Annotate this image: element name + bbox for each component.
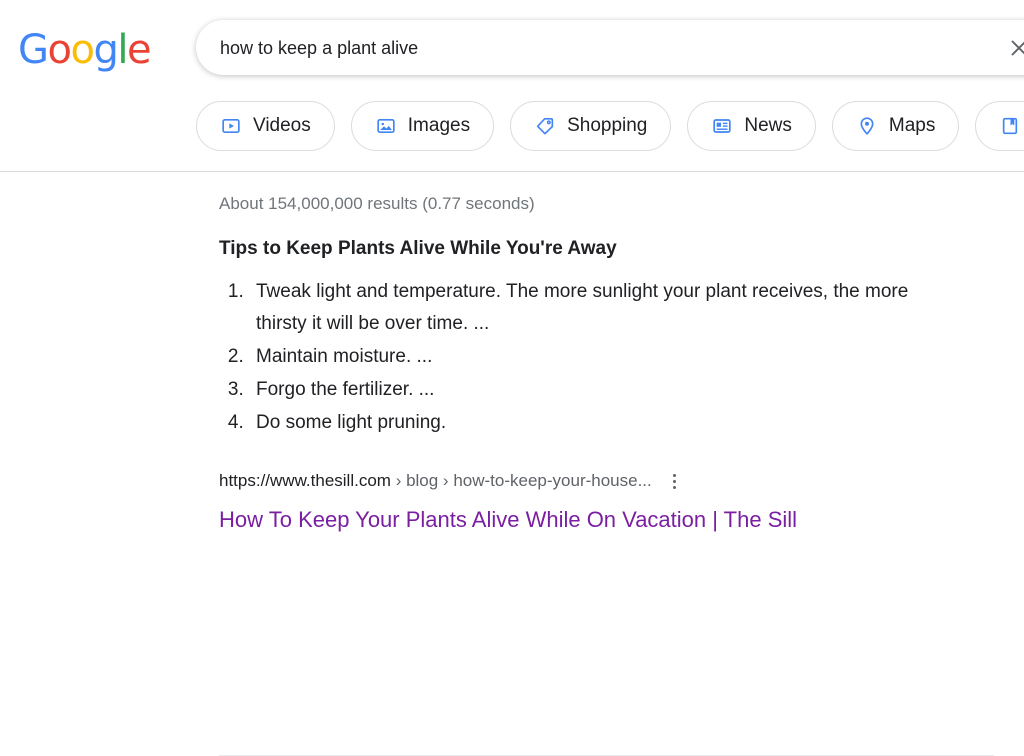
tab-news[interactable]: News bbox=[687, 101, 816, 151]
tab-videos[interactable]: Videos bbox=[196, 101, 335, 151]
three-dot-menu-icon[interactable] bbox=[665, 470, 685, 492]
search-bar[interactable] bbox=[196, 20, 1024, 75]
logo-letter-g2: g bbox=[93, 27, 118, 73]
tab-label: Maps bbox=[888, 115, 936, 136]
kebab-dot bbox=[673, 479, 677, 483]
organic-result: https://www.thesill.com › blog › how-to-… bbox=[219, 469, 1024, 534]
newspaper-icon bbox=[711, 115, 733, 137]
list-item: Tweak light and temperature. The more su… bbox=[249, 276, 964, 340]
logo-letter-e: e bbox=[126, 27, 152, 73]
search-filter-tabs: Videos Images Shopping News Maps bbox=[196, 101, 1024, 151]
tab-label: Videos bbox=[253, 115, 311, 136]
tab-label: Shopping bbox=[567, 115, 648, 136]
list-item: Do some light pruning. bbox=[249, 407, 964, 439]
kebab-dot bbox=[673, 485, 677, 489]
close-icon bbox=[1011, 40, 1024, 55]
tab-label: News bbox=[744, 115, 792, 136]
map-pin-icon bbox=[856, 115, 878, 137]
list-item: Maintain moisture. ... bbox=[249, 341, 964, 373]
tab-shopping[interactable]: Shopping bbox=[510, 101, 672, 151]
featured-snippet-title: Tips to Keep Plants Alive While You're A… bbox=[219, 238, 617, 259]
tab-images[interactable]: Images bbox=[350, 101, 495, 151]
logo-letter-g1: G bbox=[18, 27, 49, 73]
search-header: Google how to keep a plant alive Videos … bbox=[0, 0, 1024, 172]
result-url-domain: https://www.thesill.com bbox=[219, 471, 391, 490]
video-play-icon bbox=[220, 115, 242, 137]
search-input[interactable] bbox=[220, 33, 997, 62]
search-results-main: About 154,000,000 results (0.77 seconds)… bbox=[0, 193, 1024, 756]
result-url: https://www.thesill.com › blog › how-to-… bbox=[219, 470, 652, 492]
logo-letter-o1: o bbox=[47, 27, 72, 73]
tab-label: Images bbox=[407, 115, 471, 136]
result-url-path: › blog › how-to-keep-your-house... bbox=[395, 471, 652, 490]
breadcrumb[interactable]: https://www.thesill.com › blog › how-to-… bbox=[219, 469, 1024, 493]
result-title-link[interactable]: How To Keep Your Plants Alive While On V… bbox=[219, 506, 1024, 534]
logo-letter-l: l bbox=[117, 27, 128, 73]
image-icon bbox=[375, 115, 397, 137]
featured-snippet-list: Tweak light and temperature. The more su… bbox=[219, 276, 964, 439]
tab-maps[interactable]: Maps bbox=[831, 101, 960, 151]
logo-letter-o2: o bbox=[70, 27, 94, 73]
clear-search-button[interactable] bbox=[997, 26, 1024, 70]
kebab-dot bbox=[673, 473, 677, 477]
price-tag-icon bbox=[534, 115, 556, 137]
google-logo[interactable]: Google bbox=[18, 27, 152, 73]
book-icon bbox=[999, 115, 1021, 137]
tab-books[interactable]: Books bbox=[975, 101, 1024, 151]
list-item: Forgo the fertilizer. ... bbox=[249, 374, 964, 406]
result-stats: About 154,000,000 results (0.77 seconds) bbox=[219, 194, 535, 213]
